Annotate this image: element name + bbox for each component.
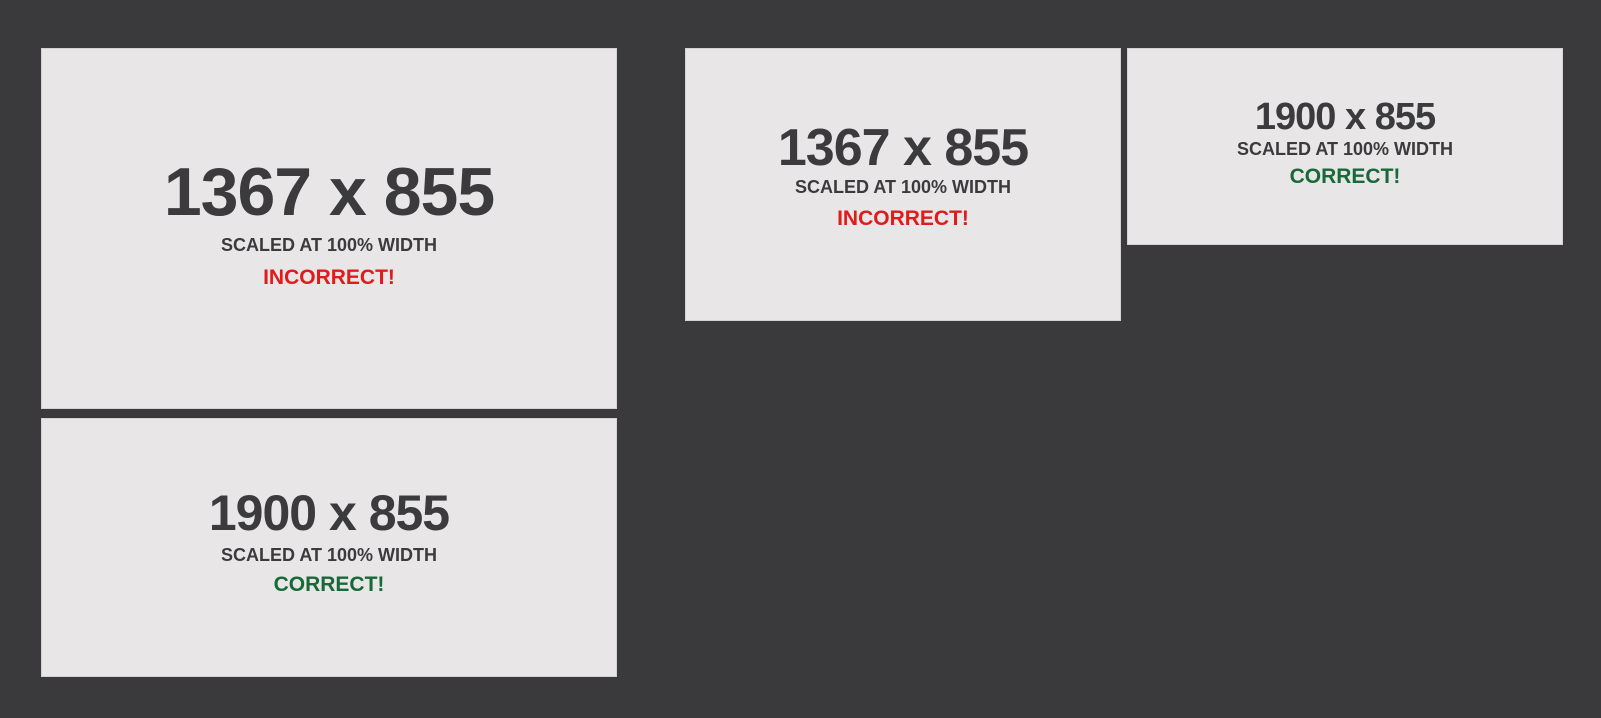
scale-label: SCALED AT 100% WIDTH [220, 545, 438, 565]
scale-label: SCALED AT 100% WIDTH [1236, 139, 1454, 159]
preview-panel-medium-incorrect: 1367 x 855 SCALED AT 100% WIDTH INCORREC… [685, 48, 1121, 321]
verdict-label: INCORRECT! [263, 265, 395, 289]
verdict-label: CORRECT! [273, 573, 385, 596]
dimension-label: 1367 x 855 [163, 153, 495, 230]
scale-label: SCALED AT 100% WIDTH [220, 234, 438, 255]
scale-label: SCALED AT 100% WIDTH [794, 177, 1012, 197]
preview-panel-small-correct: 1900 x 855 SCALED AT 100% WIDTH CORRECT! [1127, 48, 1563, 245]
verdict-label: CORRECT! [1289, 165, 1401, 188]
verdict-label: INCORRECT! [837, 207, 969, 230]
dimension-label: 1367 x 855 [777, 119, 1029, 177]
dimension-label: 1900 x 855 [1254, 96, 1436, 138]
preview-panel-large-incorrect: 1367 x 855 SCALED AT 100% WIDTH INCORREC… [41, 48, 617, 409]
dimension-label: 1900 x 855 [208, 485, 450, 541]
preview-panel-large-correct: 1900 x 855 SCALED AT 100% WIDTH CORRECT! [41, 418, 617, 677]
